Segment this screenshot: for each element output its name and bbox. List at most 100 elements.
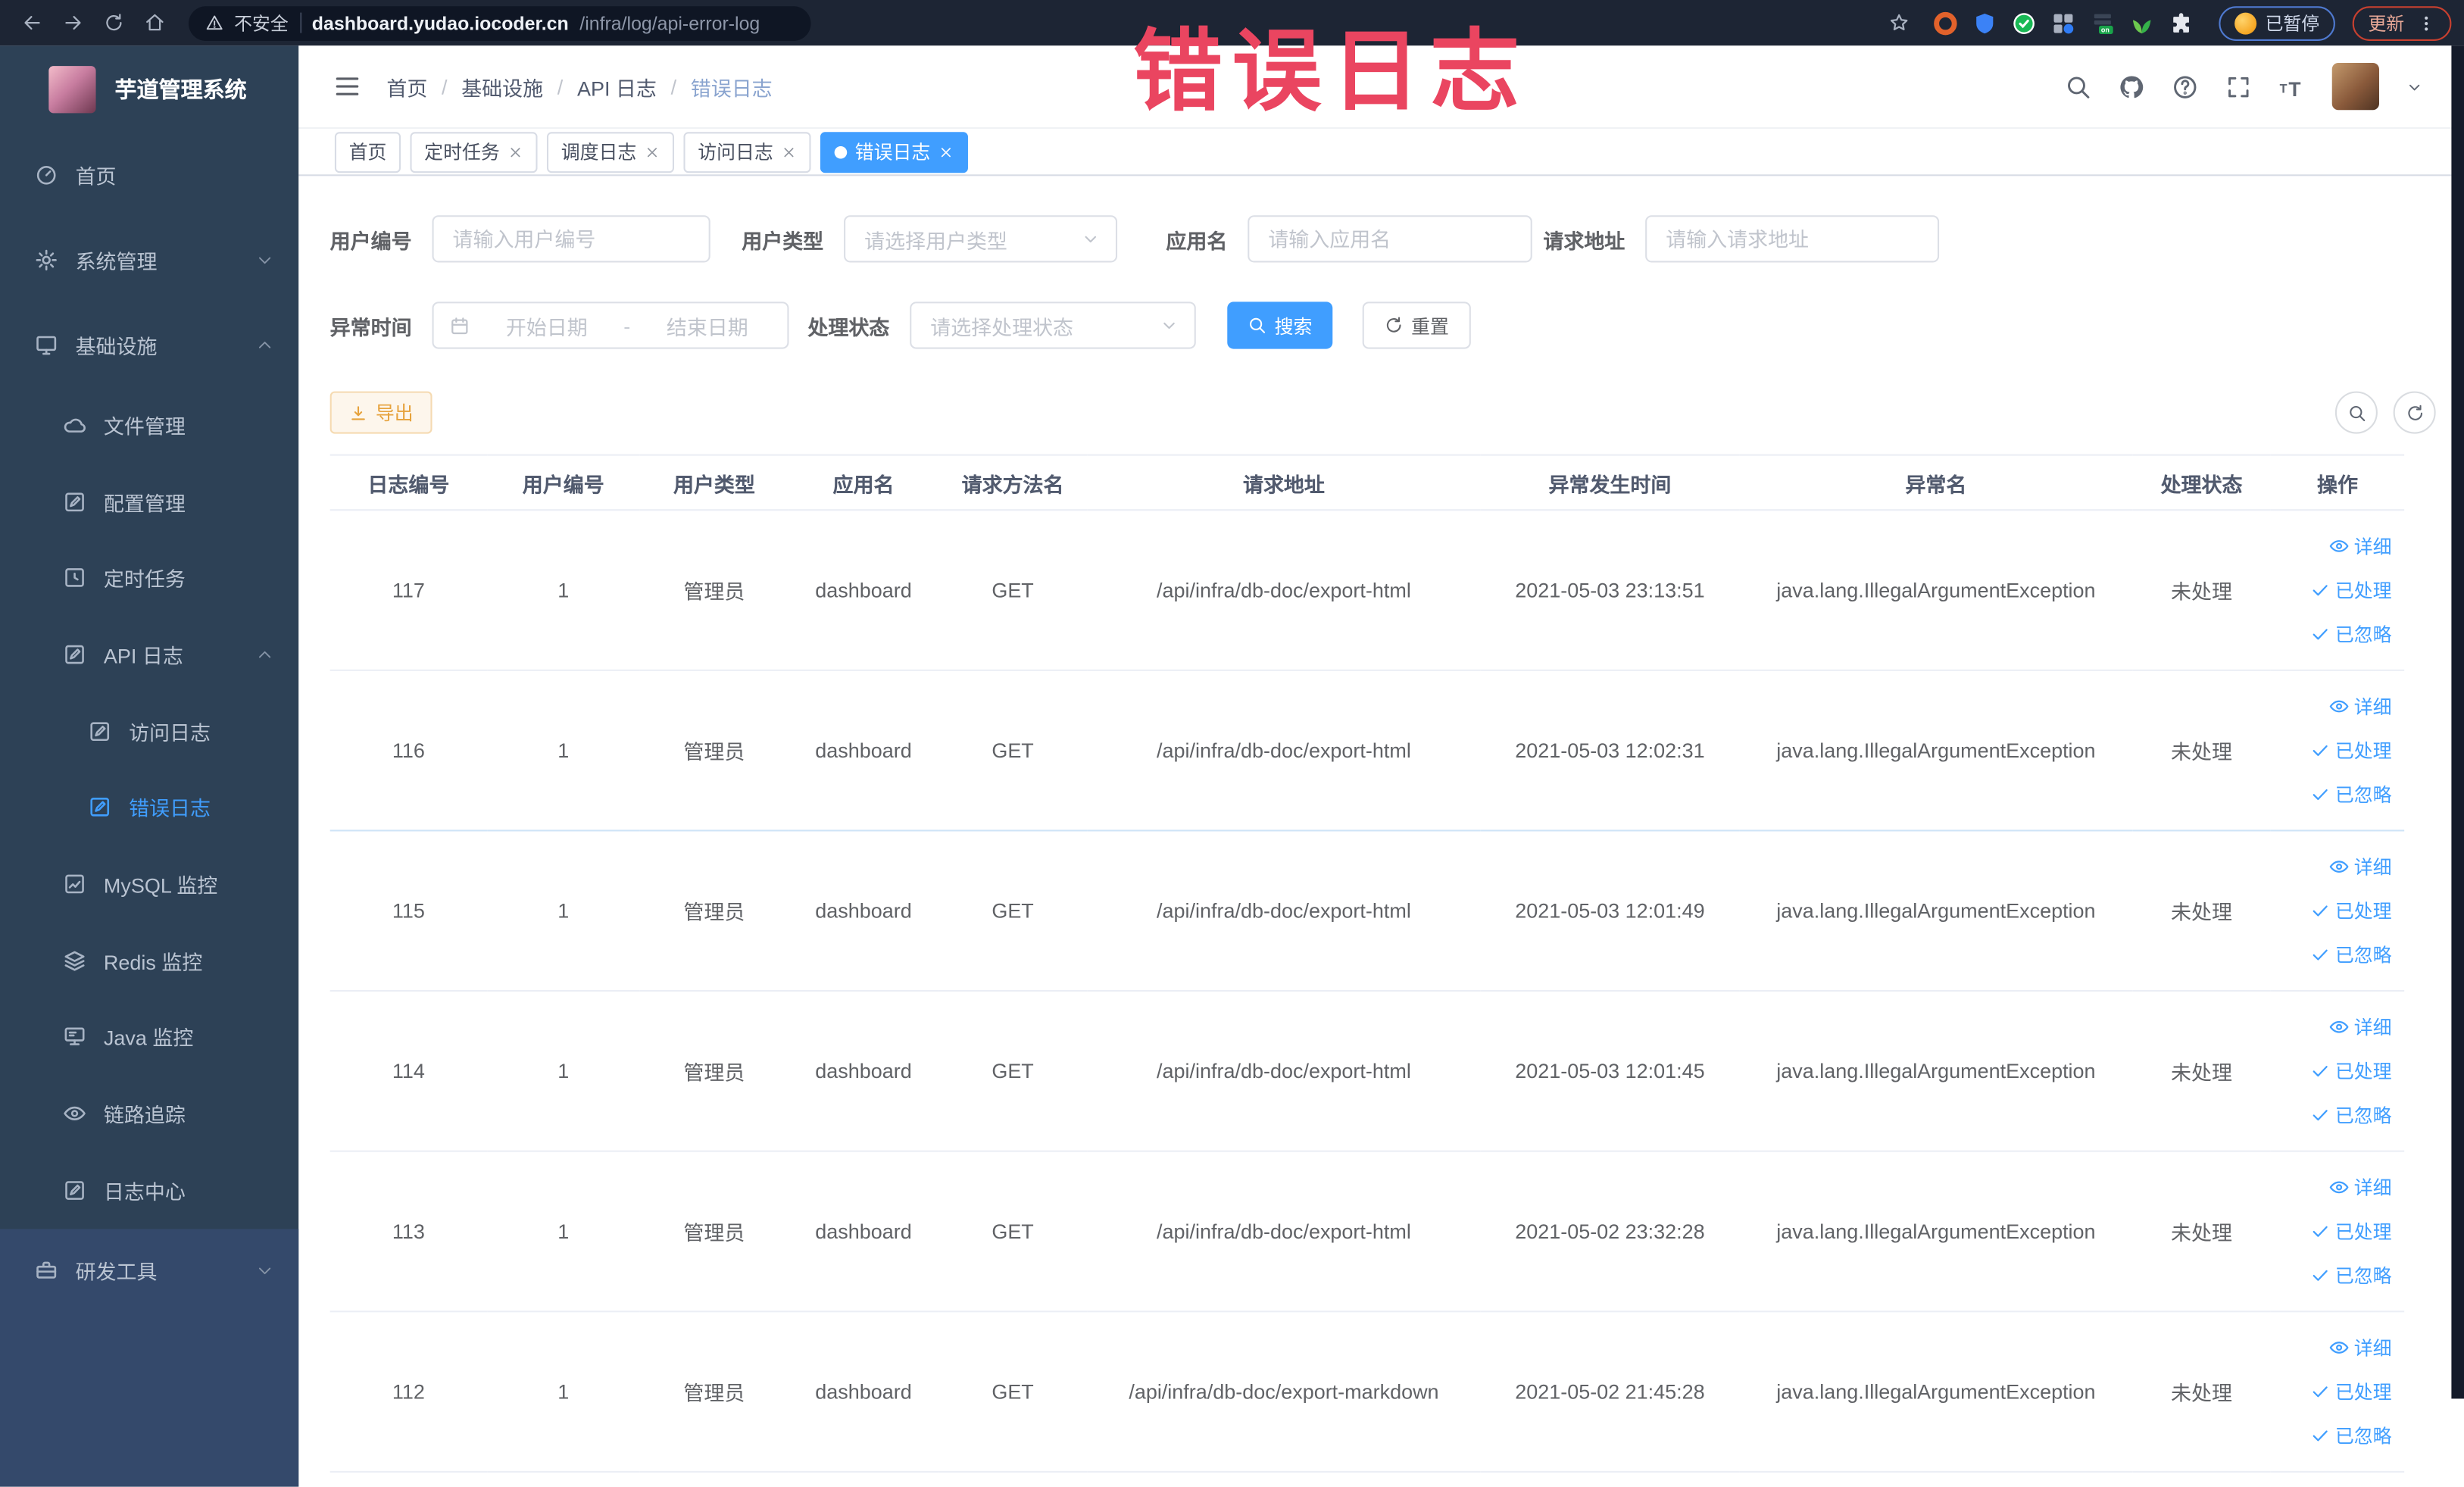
question-icon[interactable] [2172, 73, 2198, 99]
tag-首页[interactable]: 首页 [334, 131, 401, 173]
request-url-input[interactable] [1645, 215, 1940, 263]
action-已忽略[interactable]: 已忽略 [2310, 620, 2392, 647]
breadcrumb-item[interactable]: 首页 [386, 71, 427, 101]
tag-错误日志[interactable]: 错误日志 [820, 131, 969, 173]
fullscreen-icon[interactable] [2225, 73, 2252, 99]
sidebar-item-infra[interactable]: 基础设施 [0, 301, 298, 386]
action-已处理[interactable]: 已处理 [2310, 1378, 2392, 1404]
filter-row-2: 异常时间 开始日期 - 结束日期 处理状态 请选择处理状态 搜索 重置 [330, 301, 2436, 349]
action-已忽略[interactable]: 已忽略 [2310, 781, 2392, 808]
close-icon[interactable] [938, 144, 954, 160]
sidebar-item-java[interactable]: Java 监控 [0, 998, 298, 1075]
cell-exception: java.lang.IllegalArgumentException [1739, 830, 2133, 992]
forward-icon[interactable] [54, 5, 92, 40]
caret-down-icon[interactable] [2406, 78, 2423, 95]
address-bar[interactable]: 不安全 dashboard.yudao.iocoder.cn/infra/log… [188, 5, 811, 40]
action-已忽略[interactable]: 已忽略 [2310, 1423, 2392, 1449]
breadcrumb-item: 错误日志 [690, 76, 773, 100]
kebab-menu-icon[interactable] [2417, 12, 2436, 34]
action-已忽略[interactable]: 已忽略 [2310, 1101, 2392, 1128]
check-icon [2310, 1265, 2331, 1286]
grid-extension-icon[interactable] [2050, 10, 2075, 35]
breadcrumb-separator: / [670, 74, 677, 98]
sidebar-item-home[interactable]: 首页 [0, 132, 298, 217]
column-header: 请求地址 [1087, 454, 1481, 511]
close-icon[interactable] [507, 144, 523, 160]
hide-search-button[interactable] [2334, 391, 2378, 434]
sidebar-item-api-log[interactable]: API 日志 [0, 616, 298, 692]
reload-icon[interactable] [94, 5, 132, 40]
sidebar-item-label: 定时任务 [103, 567, 186, 592]
sidebar-item-error-log[interactable]: 错误日志 [0, 769, 298, 845]
date-range-picker[interactable]: 开始日期 - 结束日期 [432, 301, 789, 349]
app-name-input[interactable] [1248, 215, 1532, 263]
sidebar-logo[interactable]: 芋道管理系统 [0, 45, 298, 132]
sidebar-item-file[interactable]: 文件管理 [0, 386, 298, 463]
breadcrumb-item[interactable]: API 日志 [577, 71, 657, 101]
action-已处理[interactable]: 已处理 [2310, 1057, 2392, 1084]
close-icon[interactable] [781, 144, 797, 160]
security-label[interactable]: 不安全 [234, 10, 289, 35]
sidebar-item-log-center[interactable]: 日志中心 [0, 1151, 298, 1228]
green-check-extension-icon[interactable] [2010, 10, 2035, 35]
action-详细[interactable]: 详细 [2329, 1014, 2392, 1040]
bookmark-star-icon[interactable] [1882, 5, 1916, 40]
sidebar-item-redis[interactable]: Redis 监控 [0, 922, 298, 998]
search-icon [1248, 316, 1266, 335]
user-type-select[interactable]: 请选择用户类型 [844, 215, 1118, 263]
user-id-input[interactable] [432, 215, 710, 263]
action-已忽略[interactable]: 已忽略 [2310, 942, 2392, 968]
reset-button[interactable]: 重置 [1362, 301, 1471, 349]
home-icon[interactable] [135, 5, 173, 40]
tag-访问日志[interactable]: 访问日志 [683, 131, 811, 173]
sidebar-item-access-log[interactable]: 访问日志 [0, 692, 298, 769]
on-toggle-extension-icon[interactable]: on [2089, 10, 2114, 35]
menu-fold-icon[interactable] [333, 72, 361, 100]
tag-定时任务[interactable]: 定时任务 [410, 131, 538, 173]
tag-调度日志[interactable]: 调度日志 [547, 131, 675, 173]
browser-update-button[interactable]: 更新 [2352, 5, 2452, 40]
fontsize-icon[interactable]: TT [2278, 73, 2305, 100]
table-header-row: 日志编号 用户编号 用户类型 应用名 请求方法名 请求地址 异常发生时间 异常名 处理状态 操作 [329, 454, 2405, 511]
refresh-table-button[interactable] [2393, 391, 2436, 434]
page-scrollbar[interactable] [2451, 45, 2464, 1399]
column-header: 用户编号 [487, 454, 640, 511]
breadcrumb-item[interactable]: 基础设施 [461, 71, 543, 101]
sidebar-item-config[interactable]: 配置管理 [0, 463, 298, 539]
cell-actions: 详细已处理已忽略 [2270, 510, 2405, 671]
github-icon[interactable] [2119, 73, 2145, 99]
cell-actions: 详细已处理已忽略 [2270, 670, 2405, 832]
close-icon[interactable] [645, 144, 661, 160]
export-button[interactable]: 导出 [329, 391, 433, 434]
action-已处理[interactable]: 已处理 [2310, 737, 2392, 764]
action-label: 已忽略 [2334, 784, 2392, 807]
action-已忽略[interactable]: 已忽略 [2310, 1262, 2392, 1289]
search-button[interactable]: 搜索 [1227, 301, 1333, 349]
orange-ring-extension-icon[interactable] [1932, 10, 1957, 35]
profile-paused-badge[interactable]: 已暂停 [2218, 5, 2335, 40]
leaf-extension-icon[interactable] [2128, 10, 2153, 35]
action-详细[interactable]: 详细 [2329, 854, 2392, 880]
cell-status: 未处理 [2132, 670, 2271, 832]
sidebar-item-mysql[interactable]: MySQL 监控 [0, 845, 298, 922]
avatar[interactable] [2331, 62, 2379, 111]
cell-method: GET [938, 830, 1088, 992]
sidebar-item-job[interactable]: 定时任务 [0, 539, 298, 616]
action-已处理[interactable]: 已处理 [2310, 1218, 2392, 1245]
log-icon [88, 795, 111, 819]
action-详细[interactable]: 详细 [2329, 533, 2392, 559]
action-已处理[interactable]: 已处理 [2310, 576, 2392, 603]
puzzle-extension-icon[interactable] [2168, 10, 2193, 35]
action-已处理[interactable]: 已处理 [2310, 898, 2392, 924]
action-详细[interactable]: 详细 [2329, 693, 2392, 720]
sidebar-item-trace[interactable]: 链路追踪 [0, 1075, 298, 1151]
back-icon[interactable] [13, 5, 51, 40]
search-icon[interactable] [2065, 73, 2091, 99]
status-select[interactable]: 请选择处理状态 [910, 301, 1196, 349]
sidebar-item-dev-tools[interactable]: 研发工具 [0, 1228, 298, 1313]
warning-icon [206, 14, 223, 32]
blue-shield-extension-icon[interactable] [1972, 10, 1997, 35]
sidebar-item-system[interactable]: 系统管理 [0, 217, 298, 301]
action-详细[interactable]: 详细 [2329, 1174, 2392, 1201]
action-详细[interactable]: 详细 [2329, 1334, 2392, 1360]
